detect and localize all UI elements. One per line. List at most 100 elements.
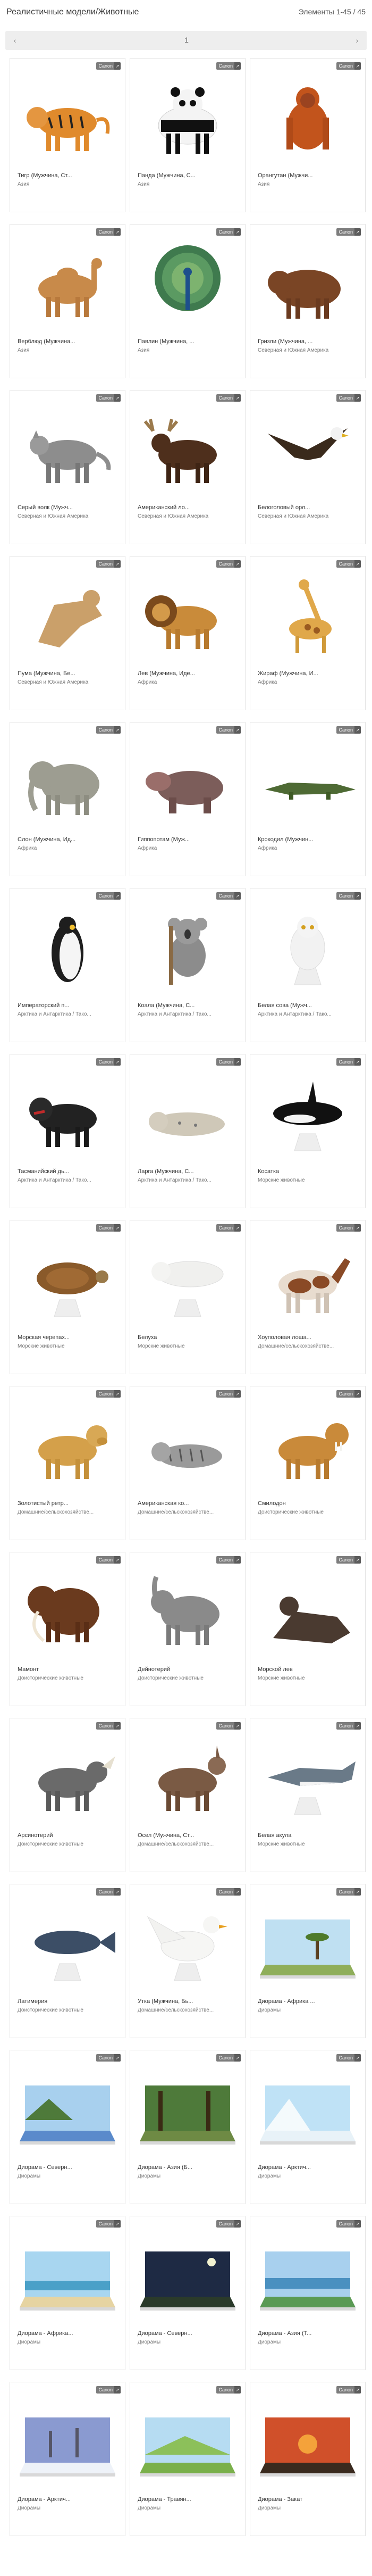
product-card[interactable]: Canon ↗ Диорама - Азия (Б... Диорамы	[130, 2050, 246, 2204]
product-card[interactable]: Canon ↗ Смилодон Доисторические животные	[250, 1386, 366, 1540]
diorama-savanna-image[interactable]	[257, 1900, 359, 1991]
product-name-link[interactable]: Верблюд (Мужчина...	[18, 338, 119, 345]
grizzly-image[interactable]	[257, 240, 359, 331]
product-card[interactable]: Canon ↗ Диорама - Африка... Диорамы	[10, 2216, 125, 2370]
product-card[interactable]: Canon ↗ Золотистый ретр... Домашние/сель…	[10, 1386, 125, 1540]
product-name-link[interactable]: Коала (Мужчина, С...	[138, 1002, 239, 1009]
product-name-link[interactable]: Диорама - Арктич...	[18, 2496, 119, 2503]
diorama-lake-image[interactable]	[16, 2066, 119, 2157]
product-card[interactable]: Canon ↗ Утка (Мужчина, Бь... Домашние/се…	[130, 1884, 246, 2038]
product-name-link[interactable]: Диорама - Арктич...	[258, 2164, 359, 2171]
product-card[interactable]: Canon ↗ Ларга (Мужчина, С... Арктика и А…	[130, 1054, 246, 1208]
elephant-image[interactable]	[16, 738, 119, 829]
prev-page-button[interactable]: ‹	[9, 34, 21, 47]
product-card[interactable]: Canon ↗ Американская ко... Домашние/сель…	[130, 1386, 246, 1540]
panda-image[interactable]	[137, 74, 239, 165]
product-card[interactable]: Canon ↗ Арсинотерий Доисторические живот…	[10, 1718, 125, 1872]
product-name-link[interactable]: Диорама - Африка...	[18, 2330, 119, 2337]
product-card[interactable]: Canon ↗ Лев (Мужчина, Иде... Африка	[130, 556, 246, 710]
product-name-link[interactable]: Морской лев	[258, 1666, 359, 1673]
product-name-link[interactable]: Императорский п...	[18, 1002, 119, 1009]
product-card[interactable]: Canon ↗ Диорама - Северн... Диорамы	[10, 2050, 125, 2204]
devil-image[interactable]	[16, 1070, 119, 1161]
product-card[interactable]: Canon ↗ Павлин (Мужчина, ... Азия	[130, 224, 246, 378]
diorama-forest-image[interactable]	[137, 2066, 239, 2157]
product-name-link[interactable]: Диорама - Азия (Б...	[138, 2164, 239, 2171]
product-name-link[interactable]: Ларга (Мужчина, С...	[138, 1168, 239, 1175]
product-name-link[interactable]: Крокодил (Мужчин...	[258, 836, 359, 843]
diorama-night-image[interactable]	[137, 2232, 239, 2323]
product-card[interactable]: Canon ↗ Императорский п... Арктика и Ант…	[10, 888, 125, 1042]
product-name-link[interactable]: Хоуполовая лоша...	[258, 1334, 359, 1341]
next-page-button[interactable]: ›	[351, 34, 363, 47]
moose-image[interactable]	[137, 406, 239, 497]
diorama-beach-image[interactable]	[16, 2232, 119, 2323]
product-name-link[interactable]: Диорама - Закат	[258, 2496, 359, 2503]
arsinoitherium-image[interactable]	[16, 1734, 119, 1825]
product-card[interactable]: Canon ↗ Гиппопотам (Муж... Африка	[130, 722, 246, 876]
product-name-link[interactable]: Пума (Мужчина, Бе...	[18, 670, 119, 677]
puma-image[interactable]	[16, 572, 119, 663]
deinotherium-image[interactable]	[137, 1568, 239, 1659]
diorama-tropic-image[interactable]	[257, 2232, 359, 2323]
product-card[interactable]: Canon ↗ Орангутан (Мужчи... Азия	[250, 58, 366, 212]
product-name-link[interactable]: Павлин (Мужчина, ...	[138, 338, 239, 345]
owl-image[interactable]	[257, 904, 359, 995]
product-card[interactable]: Canon ↗ Американский ло... Северная и Юж…	[130, 390, 246, 544]
product-card[interactable]: Canon ↗ Диорама - Арктич... Диорамы	[10, 2382, 125, 2536]
product-card[interactable]: Canon ↗ Белая сова (Мужч... Арктика и Ан…	[250, 888, 366, 1042]
product-card[interactable]: Canon ↗ Тигр (Мужчина, Ст... Азия	[10, 58, 125, 212]
tiger-image[interactable]	[16, 74, 119, 165]
product-card[interactable]: Canon ↗ Пума (Мужчина, Бе... Северная и …	[10, 556, 125, 710]
diorama-arctic-image[interactable]	[257, 2066, 359, 2157]
product-name-link[interactable]: Белая акула	[258, 1832, 359, 1839]
product-name-link[interactable]: Американский ло...	[138, 504, 239, 511]
diorama-sunset-image[interactable]	[257, 2398, 359, 2489]
product-name-link[interactable]: Морская черепах...	[18, 1334, 119, 1341]
peacock-image[interactable]	[137, 240, 239, 331]
product-card[interactable]: Canon ↗ Диорама - Арктич... Диорамы	[250, 2050, 366, 2204]
product-card[interactable]: Canon ↗ Панда (Мужчина, С... Азия	[130, 58, 246, 212]
turtle-image[interactable]	[16, 1236, 119, 1327]
product-name-link[interactable]: Белая сова (Мужч...	[258, 1002, 359, 1009]
product-card[interactable]: Canon ↗ Осел (Мужчина, Ст... Домашние/се…	[130, 1718, 246, 1872]
eagle-image[interactable]	[257, 406, 359, 497]
product-name-link[interactable]: Тигр (Мужчина, Ст...	[18, 172, 119, 179]
product-card[interactable]: Canon ↗ Диорама - Травян... Диорамы	[130, 2382, 246, 2536]
product-card[interactable]: Canon ↗ Белуха Морские животные	[130, 1220, 246, 1374]
product-name-link[interactable]: Косатка	[258, 1168, 359, 1175]
product-card[interactable]: Canon ↗ Латимерия Доисторические животны…	[10, 1884, 125, 2038]
product-name-link[interactable]: Диорама - Травян...	[138, 2496, 239, 2503]
product-name-link[interactable]: Диорама - Африка ...	[258, 1998, 359, 2005]
horse-image[interactable]	[257, 1236, 359, 1327]
product-card[interactable]: Canon ↗ Дейнотерий Доисторические животн…	[130, 1552, 246, 1706]
product-name-link[interactable]: Гризли (Мужчина, ...	[258, 338, 359, 345]
wolf-image[interactable]	[16, 406, 119, 497]
product-name-link[interactable]: Слон (Мужчина, Ид...	[18, 836, 119, 843]
shark-image[interactable]	[257, 1734, 359, 1825]
product-card[interactable]: Canon ↗ Верблюд (Мужчина... Азия	[10, 224, 125, 378]
product-card[interactable]: Canon ↗ Косатка Морские животные	[250, 1054, 366, 1208]
product-name-link[interactable]: Белоголовый орл...	[258, 504, 359, 511]
product-name-link[interactable]: Тасманийский дь...	[18, 1168, 119, 1175]
product-card[interactable]: Canon ↗ Крокодил (Мужчин... Африка	[250, 722, 366, 876]
product-name-link[interactable]: Лев (Мужчина, Иде...	[138, 670, 239, 677]
product-card[interactable]: Canon ↗ Хоуполовая лоша... Домашние/сель…	[250, 1220, 366, 1374]
sealion-image[interactable]	[257, 1568, 359, 1659]
orca-image[interactable]	[257, 1070, 359, 1161]
product-name-link[interactable]: Панда (Мужчина, С...	[138, 172, 239, 179]
smilodon-image[interactable]	[257, 1402, 359, 1493]
product-name-link[interactable]: Орангутан (Мужчи...	[258, 172, 359, 179]
page-indicator[interactable]: 1	[184, 36, 189, 44]
product-name-link[interactable]: Гиппопотам (Муж...	[138, 836, 239, 843]
seal-image[interactable]	[137, 1070, 239, 1161]
product-name-link[interactable]: Белуха	[138, 1334, 239, 1341]
product-card[interactable]: Canon ↗ Мамонт Доисторические животные	[10, 1552, 125, 1706]
giraffe-image[interactable]	[257, 572, 359, 663]
product-name-link[interactable]: Серый волк (Мужч...	[18, 504, 119, 511]
lion-image[interactable]	[137, 572, 239, 663]
product-name-link[interactable]: Арсинотерий	[18, 1832, 119, 1839]
donkey-image[interactable]	[137, 1734, 239, 1825]
product-card[interactable]: Canon ↗ Морской лев Морские животные	[250, 1552, 366, 1706]
product-card[interactable]: Canon ↗ Диорама - Северн... Диорамы	[130, 2216, 246, 2370]
